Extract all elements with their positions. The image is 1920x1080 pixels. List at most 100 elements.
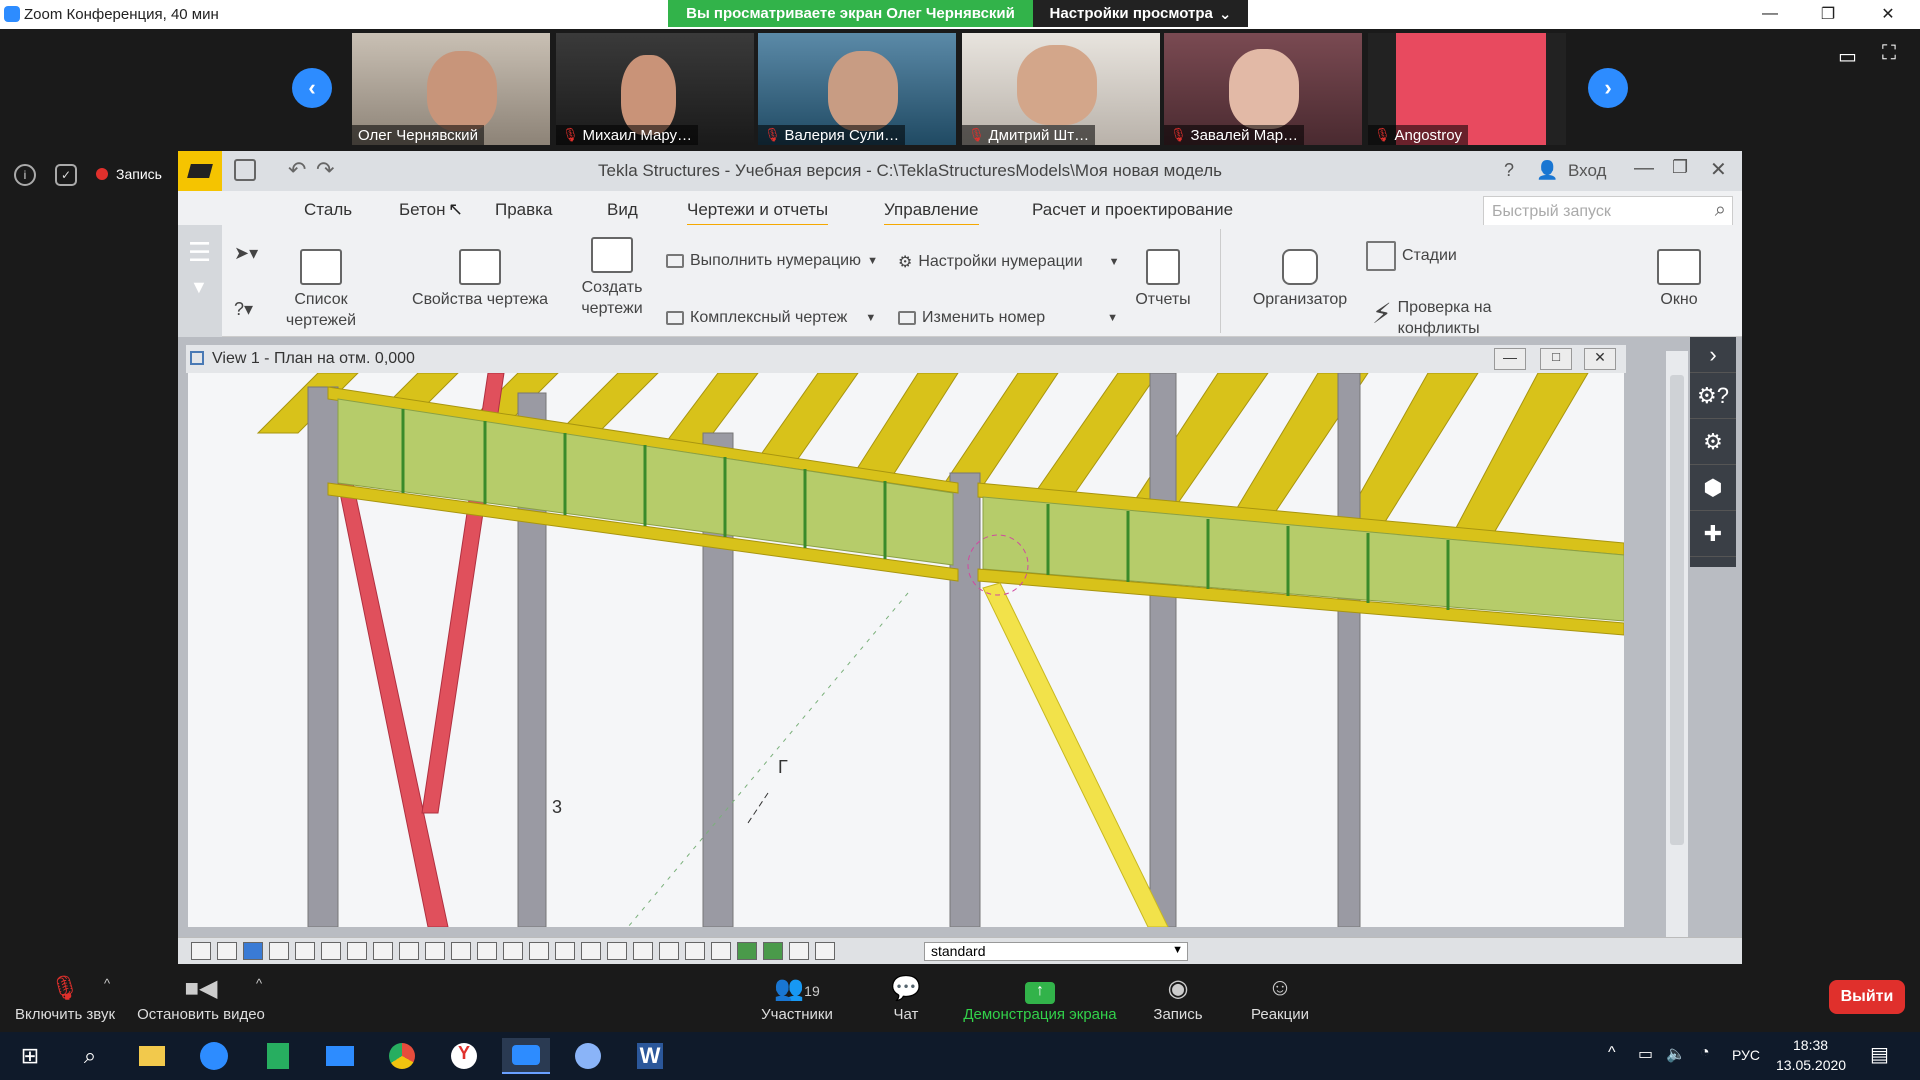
components-icon[interactable]: ✚ xyxy=(1690,511,1736,557)
notifications-icon[interactable]: ▤ xyxy=(1870,1042,1889,1067)
tekla-restore-button[interactable]: ❐ xyxy=(1672,157,1688,178)
clash-check-button[interactable]: ⚡ Проверка на конфликты xyxy=(1372,297,1518,339)
battery-icon[interactable]: ▭ xyxy=(1638,1044,1653,1064)
participant-tile[interactable]: 🎙 Михаил Мару… xyxy=(556,33,754,145)
numbering-settings-button[interactable]: ⚙ Настройки нумерации ▼ xyxy=(898,252,1120,272)
file-explorer-icon[interactable] xyxy=(128,1038,176,1074)
info-icon[interactable]: i xyxy=(14,164,36,186)
windows-start-icon[interactable]: ⊞ xyxy=(6,1038,54,1074)
select-tool-icon[interactable]: ➤▾ xyxy=(234,243,258,264)
leave-meeting-button[interactable]: Выйти xyxy=(1829,980,1905,1014)
tab-drawings-reports[interactable]: Чертежи и отчеты xyxy=(687,200,829,227)
scroll-thumb[interactable] xyxy=(1670,375,1684,845)
tab-analysis-design[interactable]: Расчет и проектирование xyxy=(1032,200,1233,220)
redo-icon[interactable]: ↷ xyxy=(316,157,334,183)
view-close-button[interactable]: ✕ xyxy=(1584,348,1616,370)
stages-button[interactable]: Стадии xyxy=(1366,241,1457,271)
complex-drawing-button[interactable]: Комплексный чертеж ▼ xyxy=(666,309,876,327)
organizer-cube-icon xyxy=(1282,249,1318,285)
view-minimize-button[interactable]: — xyxy=(1494,348,1526,370)
user-icon[interactable]: 👤 xyxy=(1536,160,1558,181)
organizer-button[interactable]: Организатор xyxy=(1240,249,1360,310)
recording-indicator[interactable]: Запись xyxy=(96,166,162,182)
video-options-caret[interactable]: ^ xyxy=(256,976,262,991)
tab-steel[interactable]: Сталь xyxy=(304,200,352,220)
stop-video-button[interactable]: ■◀ Остановить видео xyxy=(136,974,266,1023)
chrome-icon[interactable] xyxy=(378,1038,426,1074)
tab-edit[interactable]: Правка xyxy=(495,200,552,220)
model-viewport[interactable]: 3 Г xyxy=(188,373,1624,927)
previous-page-button[interactable]: ‹ xyxy=(292,68,332,108)
record-button[interactable]: ◉ Запись xyxy=(1148,974,1208,1023)
tekla-close-button[interactable]: ✕ xyxy=(1710,157,1727,182)
tray-expand-icon[interactable]: ^ xyxy=(1608,1044,1616,1062)
chat-button[interactable]: 💬 Чат xyxy=(876,974,936,1023)
reports-button[interactable]: Отчеты xyxy=(1128,249,1198,310)
drawing-properties-icon xyxy=(459,249,501,285)
clock-date[interactable]: 13.05.2020 xyxy=(1776,1057,1846,1073)
restore-window-button[interactable]: ❐ xyxy=(1808,2,1848,26)
chat-bubble-icon: 💬 xyxy=(891,975,921,1002)
reaction-smiley-icon: ☺ xyxy=(1267,974,1293,1001)
word-icon[interactable]: W xyxy=(626,1038,674,1074)
view-maximize-button[interactable]: □ xyxy=(1540,348,1572,370)
language-indicator[interactable]: РУС xyxy=(1732,1047,1760,1063)
tab-concrete[interactable]: Бетон xyxy=(399,200,445,220)
participant-tile[interactable]: 🎙 Завалей Мар… xyxy=(1164,33,1362,145)
tab-manage[interactable]: Управление xyxy=(884,200,979,227)
quick-search-input[interactable]: Быстрый запуск ⌕ xyxy=(1483,196,1733,226)
next-page-button[interactable]: › xyxy=(1588,68,1628,108)
window-button[interactable]: Окно xyxy=(1642,249,1716,310)
help-tool-icon[interactable]: ?▾ xyxy=(234,299,253,320)
zoom-meeting-icon[interactable] xyxy=(502,1038,550,1074)
save-icon[interactable] xyxy=(234,159,256,181)
search-icon[interactable]: ⌕ xyxy=(66,1038,114,1074)
tekla-minimize-button[interactable]: — xyxy=(1634,157,1654,180)
clock-time[interactable]: 18:38 xyxy=(1793,1037,1828,1053)
security-shield-icon[interactable]: ✓ xyxy=(55,164,77,186)
hamburger-menu-icon[interactable]: ☰ xyxy=(188,237,211,268)
cube-icon[interactable]: ⬢ xyxy=(1690,465,1736,511)
layout-icon[interactable]: ▭ xyxy=(1838,44,1857,69)
filter-select[interactable]: standard ▼ xyxy=(924,942,1188,961)
paint-icon[interactable] xyxy=(564,1038,612,1074)
reactions-button[interactable]: ☺ Реакции xyxy=(1240,974,1320,1023)
volume-icon[interactable]: 🔈 xyxy=(1666,1044,1686,1064)
drawing-list-button[interactable]: Список чертежей xyxy=(266,249,376,331)
undo-icon[interactable]: ↶ xyxy=(288,157,306,183)
network-icon[interactable]: ◔ xyxy=(1700,1044,1710,1062)
drawing-properties-button[interactable]: Свойства чертежа xyxy=(410,249,550,310)
zoom-app-icon[interactable] xyxy=(190,1038,238,1074)
participant-tile[interactable]: Олег Чернявский xyxy=(352,33,550,145)
notes-app-icon[interactable] xyxy=(254,1038,302,1074)
run-numbering-button[interactable]: Выполнить нумерацию ▼ xyxy=(666,252,878,270)
audio-options-caret[interactable]: ^ xyxy=(104,976,110,991)
gear-icon[interactable]: ⚙ xyxy=(1690,419,1736,465)
expand-panel-icon[interactable]: › xyxy=(1690,337,1736,373)
snap-tools[interactable] xyxy=(188,938,908,965)
vertical-scrollbar[interactable] xyxy=(1666,351,1688,937)
zoom-window-title: Zoom Конференция, 40 мин xyxy=(24,6,219,23)
help-icon[interactable]: ? xyxy=(1504,160,1514,181)
participant-tile[interactable]: 🎙 Валерия Сули… xyxy=(758,33,956,145)
share-banner: Вы просматриваете экран Олег Чернявский xyxy=(668,0,1033,27)
close-window-button[interactable]: ✕ xyxy=(1868,2,1908,26)
participant-tile[interactable]: 🎙 Дмитрий Шт… xyxy=(962,33,1160,145)
property-settings-icon[interactable]: ⚙? xyxy=(1690,373,1736,419)
collapse-arrow-icon[interactable]: ▼ xyxy=(190,277,208,298)
search-icon[interactable]: ⌕ xyxy=(1715,199,1726,222)
tab-view[interactable]: Вид xyxy=(607,200,638,220)
minimize-window-button[interactable]: — xyxy=(1750,2,1790,26)
yandex-browser-icon[interactable]: Y xyxy=(440,1038,488,1074)
change-number-button[interactable]: Изменить номер ▼ xyxy=(898,309,1118,327)
create-drawings-button[interactable]: Создать чертежи xyxy=(562,237,662,319)
view-options-button[interactable]: Настройки просмотра ⌄ xyxy=(1033,0,1248,27)
mail-icon[interactable] xyxy=(316,1038,364,1074)
login-button[interactable]: Вход xyxy=(1568,161,1606,181)
view-icon xyxy=(190,351,204,365)
fullscreen-icon[interactable]: ⛶ xyxy=(1882,42,1896,65)
share-screen-button[interactable]: ↑ Демонстрация экрана xyxy=(956,974,1124,1023)
participant-tile[interactable]: 🎙 Angostroy xyxy=(1368,33,1566,145)
participants-button[interactable]: 👥19 Участники xyxy=(752,974,842,1023)
tekla-logo-icon[interactable] xyxy=(178,151,222,191)
